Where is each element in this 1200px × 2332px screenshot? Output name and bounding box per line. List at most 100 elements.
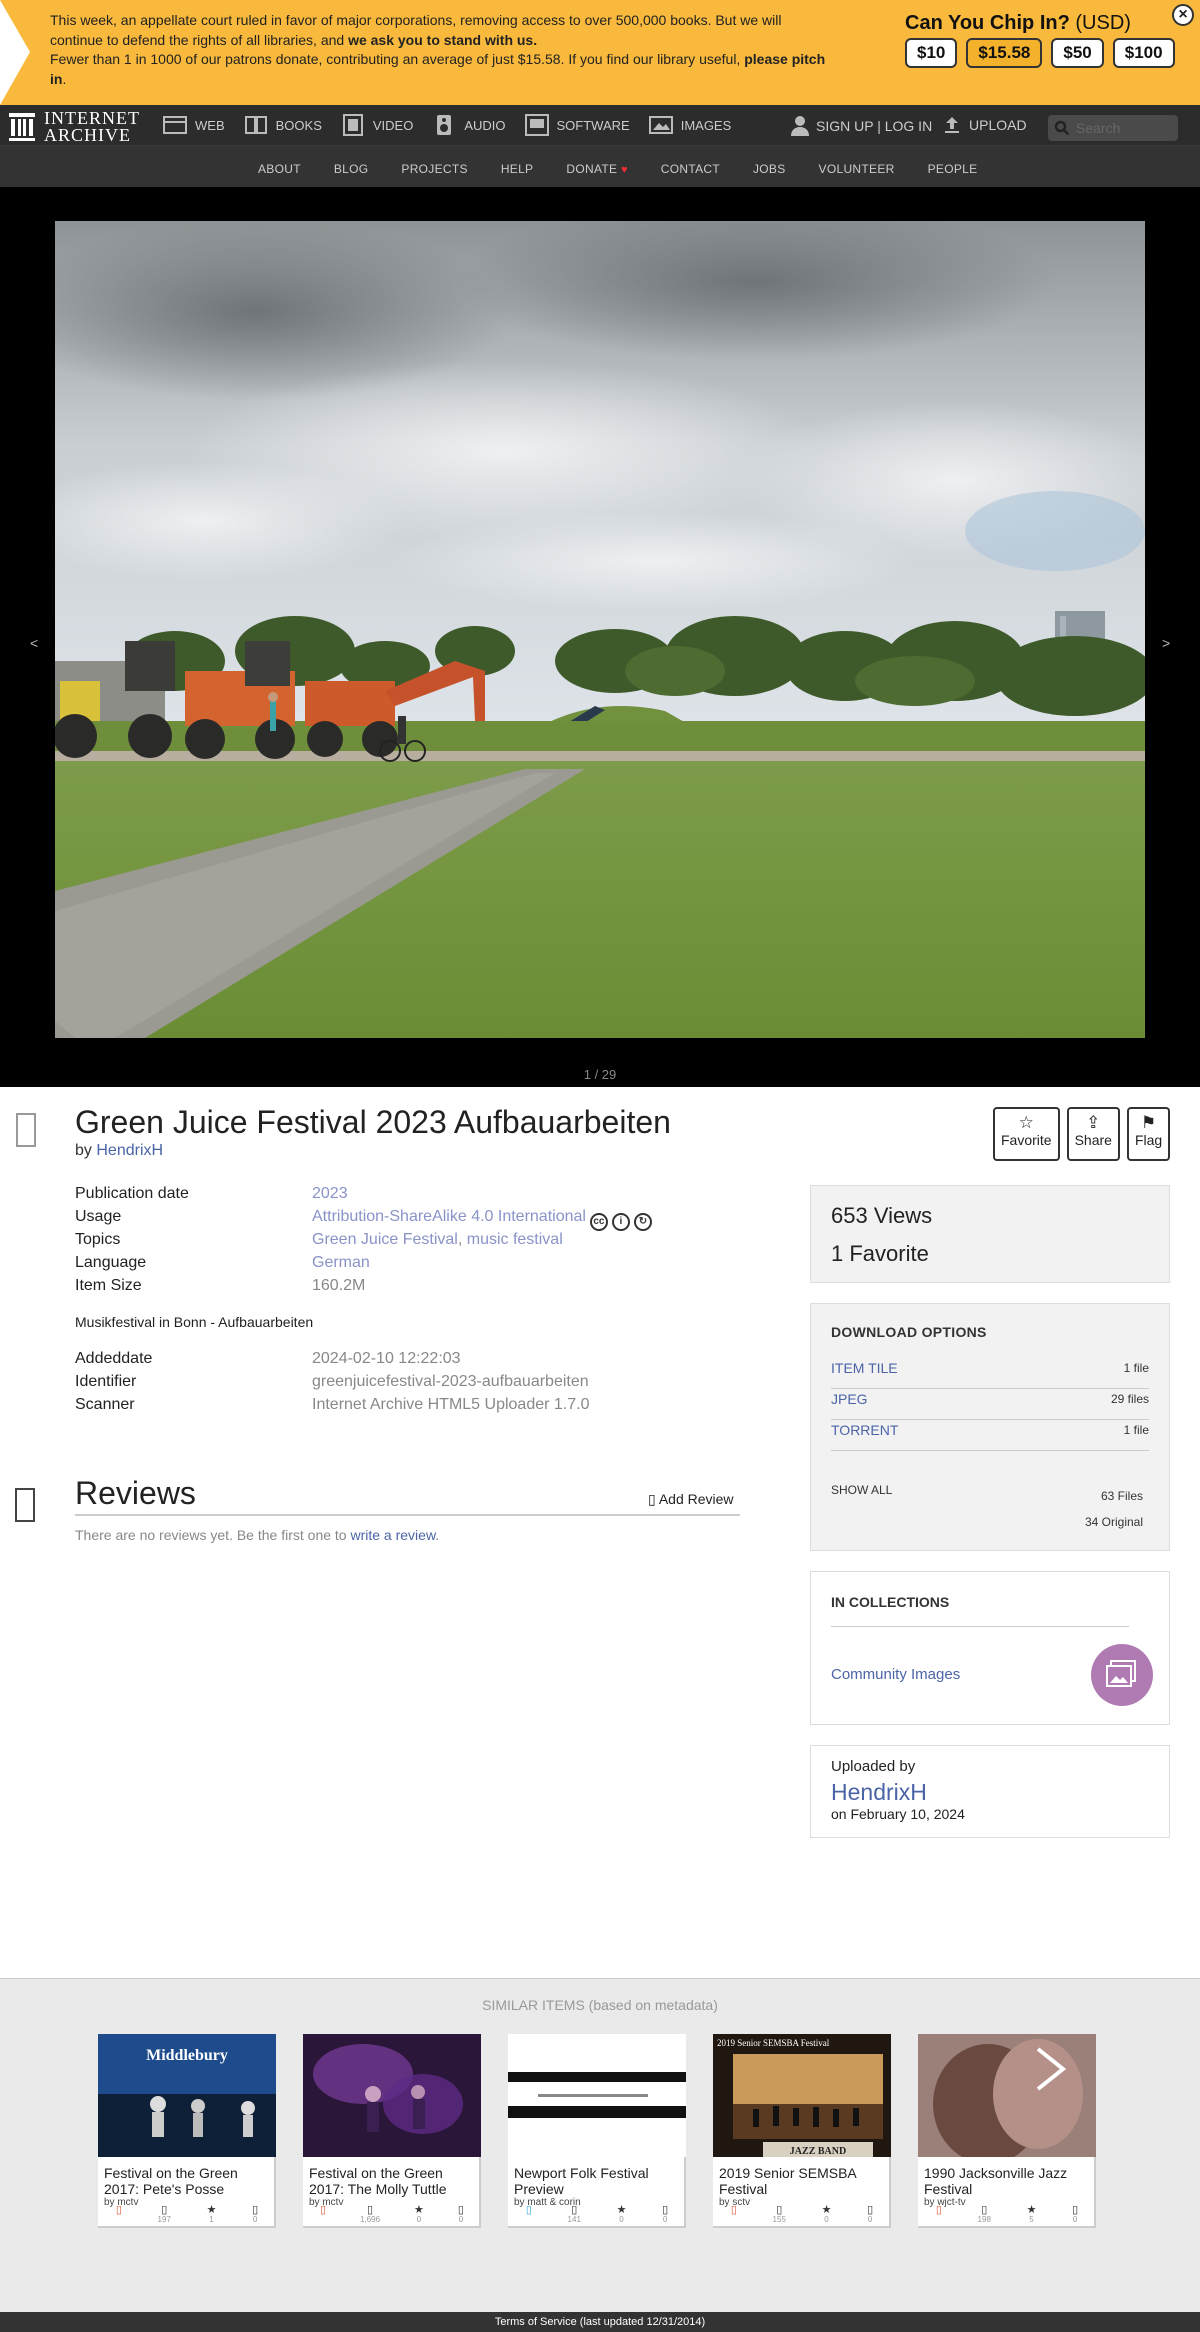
collections-box: IN COLLECTIONS Community Images (810, 1571, 1170, 1725)
nav-help[interactable]: HELP (501, 162, 534, 176)
similar-item-card[interactable]: Newport Folk Festival Preview by matt & … (508, 2034, 686, 2228)
upload-link[interactable]: UPLOAD (943, 115, 1027, 135)
similar-item-title: 2019 Senior SEMSBA Festival (719, 2165, 856, 2197)
signup-login-link[interactable]: SIGN UP | LOG IN (790, 115, 932, 137)
metadata-row-addeddate: Addeddate 2024-02-10 12:22:03 (75, 1347, 725, 1370)
views-count: 653 Views (831, 1203, 933, 1228)
metadata-key: Language (75, 1254, 147, 1271)
metadata-row-usage: Usage Attribution-ShareAlike 4.0 Internat… (75, 1205, 725, 1231)
nav-contact[interactable]: CONTACT (661, 162, 720, 176)
donate-100-button[interactable]: $100 (1112, 38, 1175, 68)
uploader-box: Uploaded by HendrixH on February 10, 202… (810, 1745, 1170, 1838)
similar-item-title: Festival on the Green 2017: Pete's Posse (104, 2165, 238, 2197)
similar-item-card[interactable]: 2019 Senior SEMSBA Festival JAZZ BAND 201… (713, 2034, 891, 2228)
donate-average-button[interactable]: $15.58 (966, 38, 1043, 68)
uploader-link[interactable]: HendrixH (831, 1779, 1149, 1806)
heart-icon: ♥ (620, 164, 628, 176)
media-software-label: SOFTWARE (556, 117, 630, 133)
media-menu: WEB BOOKS VIDEO AUDIO SOFTWARE IMAGES (163, 105, 750, 145)
search-input[interactable]: Search (1048, 115, 1178, 141)
views-count: 1,696 (360, 2215, 381, 2224)
download-jpeg-link[interactable]: JPEG (831, 1389, 868, 1419)
community-images-icon[interactable] (1091, 1644, 1153, 1706)
item-title: Green Juice Festival 2023 Aufbauarbeiten (75, 1104, 671, 1140)
photo-image (55, 221, 1145, 1038)
metadata-key: Scanner (75, 1396, 135, 1413)
reviews-divider (75, 1514, 740, 1516)
archive-building-icon (9, 113, 35, 141)
nav-jobs[interactable]: JOBS (753, 162, 786, 176)
reviews-count: 0 (662, 2215, 668, 2224)
banner-emphasis: we ask you to stand with us. (348, 31, 538, 48)
media-web[interactable]: WEB (163, 114, 225, 136)
topic-separator: , (457, 1231, 467, 1248)
reviews-count: 0 (458, 2215, 464, 2224)
share-icon: ⇪ (1086, 1113, 1101, 1132)
nav-about[interactable]: ABOUT (258, 162, 301, 176)
add-review-button[interactable]: ▯ Add Review (648, 1491, 734, 1508)
similar-items: SIMILAR ITEMS (based on metadata) Middle… (0, 1978, 1200, 2312)
item-stats: 653 Views 1 Favorite (810, 1185, 1170, 1283)
media-video[interactable]: VIDEO (341, 114, 413, 136)
pencil-icon: ▯ (648, 1491, 656, 1507)
topic-link[interactable]: music festival (467, 1231, 563, 1248)
nav-people[interactable]: PEOPLE (928, 162, 978, 176)
terms-of-service-link[interactable]: Terms of Service (last updated 12/31/201… (0, 2312, 1200, 2332)
pubdate-link[interactable]: 2023 (312, 1185, 348, 1202)
download-item-tile-link[interactable]: ITEM TILE (831, 1358, 898, 1388)
license-link[interactable]: Attribution-ShareAlike 4.0 International (312, 1208, 586, 1225)
metadata-key: Identifier (75, 1373, 137, 1390)
nav-projects[interactable]: PROJECTS (401, 162, 467, 176)
movies-icon: ▯ (935, 2204, 942, 2216)
share-button[interactable]: ⇪ Share (1066, 1107, 1120, 1161)
cc-icon: cc (589, 1213, 608, 1231)
download-heading: DOWNLOAD OPTIONS (831, 1324, 987, 1340)
topic-link[interactable]: Green Juice Festival (312, 1231, 458, 1248)
media-images[interactable]: IMAGES (648, 114, 731, 136)
favorites-count: 1 Favorite (831, 1241, 929, 1266)
item-stats-row: ▯ ▯ 198 ★ 5 ▯ 0 (918, 2204, 1096, 2225)
show-all-link[interactable]: SHOW ALL (831, 1483, 892, 1497)
web-icon (163, 116, 187, 134)
media-audio[interactable]: AUDIO (432, 114, 506, 136)
item-thumbnail (303, 2034, 481, 2157)
download-row: TORRENT 1 file (831, 1420, 1149, 1451)
nav-donate[interactable]: DONATE ♥ (566, 162, 627, 176)
media-books[interactable]: BOOKS (244, 114, 322, 136)
language-link[interactable]: German (312, 1254, 370, 1271)
favorites-count: 0 (824, 2215, 829, 2224)
nav-volunteer[interactable]: VOLUNTEER (819, 162, 895, 176)
favorites-count: 5 (1029, 2215, 1034, 2224)
donate-50-button[interactable]: $50 (1051, 38, 1104, 68)
item-actions: ☆ Favorite ⇪ Share ⚑ Flag (993, 1107, 1171, 1161)
download-row: ITEM TILE 1 file (831, 1358, 1149, 1389)
collection-image-icon (1106, 1660, 1136, 1687)
movies-icon: ▯ (730, 2204, 737, 2216)
favorites-count: 0 (619, 2215, 624, 2224)
similar-item-card[interactable]: Festival on the Green 2017: The Molly Tu… (303, 2034, 481, 2228)
collection-link[interactable]: Community Images (831, 1666, 960, 1683)
item-description: Musikfestival in Bonn - Aufbauarbeiten (75, 1314, 314, 1330)
creator-link[interactable]: HendrixH (96, 1142, 163, 1159)
write-review-link[interactable]: write a review (350, 1527, 435, 1543)
internet-archive-logo[interactable]: INTERNET ARCHIVE (8, 109, 140, 144)
metadata-value: 160.2M (312, 1277, 366, 1294)
uploaded-by-label: Uploaded by (831, 1758, 916, 1775)
similar-item-card[interactable]: 1990 Jacksonville Jazz Festival by wjct-… (918, 2034, 1096, 2228)
chip-in-heading: Can You Chip In? (905, 12, 1070, 34)
next-image-button[interactable]: > (1162, 635, 1170, 651)
media-software[interactable]: SOFTWARE (524, 114, 630, 136)
close-banner-button[interactable]: × (1172, 4, 1194, 26)
donate-10-button[interactable]: $10 (905, 38, 958, 68)
favorite-button[interactable]: ☆ Favorite (993, 1107, 1060, 1161)
download-torrent-link[interactable]: TORRENT (831, 1420, 898, 1450)
nav-blog[interactable]: BLOG (334, 162, 369, 176)
similar-item-card[interactable]: Middlebury Festival on the Green 2017: P… (98, 2034, 276, 2228)
flag-button[interactable]: ⚑ Flag (1126, 1107, 1171, 1161)
attribution-icon: i (611, 1213, 630, 1231)
banner-message: This week, an appellate court ruled in f… (50, 11, 830, 89)
signup-label: SIGN UP | LOG IN (816, 118, 933, 134)
add-review-label: Add Review (658, 1491, 734, 1507)
secondary-navigation: ABOUT BLOG PROJECTS HELP DONATE ♥ CONTAC… (0, 145, 1200, 187)
prev-image-button[interactable]: < (30, 635, 38, 651)
